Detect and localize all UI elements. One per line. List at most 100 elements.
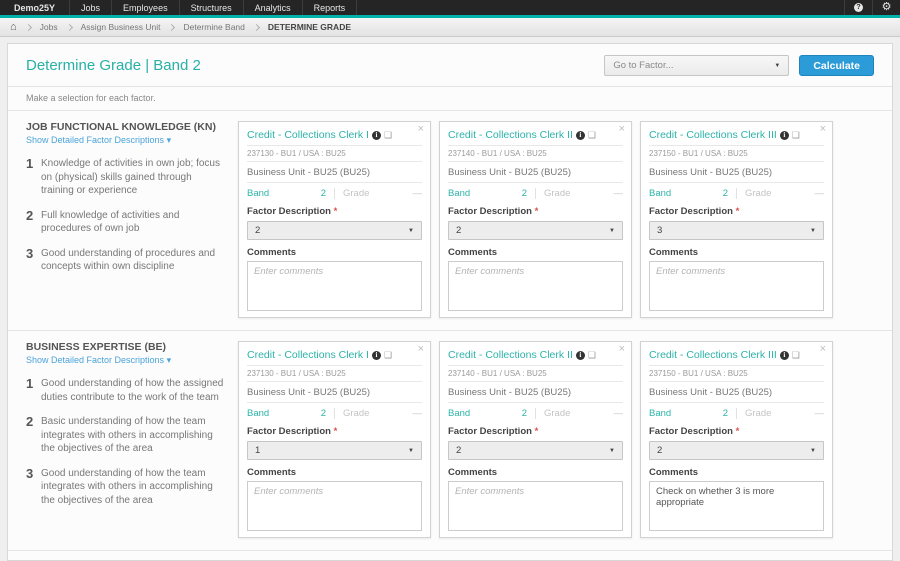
comments-textarea[interactable] xyxy=(649,261,824,311)
factor-level-number: 1 xyxy=(26,377,41,404)
factor-description-select[interactable]: 1 ▼ xyxy=(247,441,422,460)
dropdown-arrow-icon: ▼ xyxy=(408,228,414,234)
factor-description-value: 2 xyxy=(456,445,461,456)
nav-item[interactable]: Reports xyxy=(303,0,358,15)
settings-gear-icon[interactable]: ⚙ xyxy=(872,0,900,15)
band-grade-row: Band 2 Grade — xyxy=(448,183,623,203)
breadcrumb-item[interactable]: Determine Band xyxy=(183,22,244,32)
factor-section-heading: JOB FUNCTIONAL KNOWLEDGE (KN) xyxy=(26,121,226,133)
comments-label: Comments xyxy=(247,467,422,478)
copy-pages-icon[interactable]: ❏ xyxy=(588,131,596,140)
go-to-factor-select[interactable]: Go to Factor... ▼ xyxy=(604,55,789,76)
job-title-link[interactable]: Credit - Collections Clerk I xyxy=(247,349,369,361)
grade-field: Grade — xyxy=(535,408,623,419)
band-value: 2 xyxy=(522,188,527,199)
nav-item[interactable]: Jobs xyxy=(70,0,112,15)
copy-pages-icon[interactable]: ❏ xyxy=(792,131,800,140)
grade-field: Grade — xyxy=(334,408,422,419)
close-icon[interactable]: × xyxy=(418,344,424,355)
chevron-down-icon: ▾ xyxy=(167,355,172,365)
copy-pages-icon[interactable]: ❏ xyxy=(384,351,392,360)
job-code: 237150 - BU1 / USA : BU25 xyxy=(649,146,824,162)
factor-level-number: 1 xyxy=(26,157,41,198)
comments-textarea[interactable] xyxy=(448,481,623,531)
nav-item[interactable]: Analytics xyxy=(244,0,303,15)
calculate-button[interactable]: Calculate xyxy=(799,55,874,76)
job-card-header: Credit - Collections Clerk III i ❏ xyxy=(649,128,824,146)
breadcrumb-item[interactable]: Jobs xyxy=(40,22,58,32)
factor-level-text: Full knowledge of activities and procedu… xyxy=(41,209,226,236)
copy-pages-icon[interactable]: ❏ xyxy=(588,351,596,360)
breadcrumb: ⌂ Jobs Assign Business Unit Determine Ba… xyxy=(0,18,900,37)
factor-level-text: Good understanding of how the assigned d… xyxy=(41,377,226,404)
band-field: Band 2 xyxy=(247,188,334,199)
comments-textarea[interactable] xyxy=(247,481,422,531)
copy-pages-icon[interactable]: ❏ xyxy=(792,351,800,360)
factor-description-select[interactable]: 2 ▼ xyxy=(247,221,422,240)
factor-description-select[interactable]: 2 ▼ xyxy=(649,441,824,460)
page-subtitle: Make a selection for each factor. xyxy=(8,87,892,110)
job-code: 237140 - BU1 / USA : BU25 xyxy=(448,146,623,162)
factor-description-value: 3 xyxy=(657,225,662,236)
factor-description-select[interactable]: 2 ▼ xyxy=(448,441,623,460)
comments-textarea[interactable] xyxy=(448,261,623,311)
info-icon[interactable]: i xyxy=(372,351,381,360)
grade-field: Grade — xyxy=(736,408,824,419)
factor-level: 3 Good understanding of procedures and c… xyxy=(26,247,226,274)
grade-value: — xyxy=(614,188,624,199)
band-value: 2 xyxy=(321,188,326,199)
copy-pages-icon[interactable]: ❏ xyxy=(384,131,392,140)
required-asterisk: * xyxy=(736,206,740,217)
nav-brand[interactable]: Demo25Y xyxy=(0,0,70,15)
factor-level-text: Basic understanding of how the team inte… xyxy=(41,415,226,456)
job-title-link[interactable]: Credit - Collections Clerk II xyxy=(448,349,573,361)
breadcrumb-item[interactable]: Assign Business Unit xyxy=(81,22,161,32)
job-title-link[interactable]: Credit - Collections Clerk I xyxy=(247,129,369,141)
info-icon[interactable]: i xyxy=(780,351,789,360)
factor-level: 1 Good understanding of how the assigned… xyxy=(26,377,226,404)
job-title-link[interactable]: Credit - Collections Clerk II xyxy=(448,129,573,141)
breadcrumb-separator-icon xyxy=(25,23,32,30)
required-asterisk: * xyxy=(736,426,740,437)
home-icon[interactable]: ⌂ xyxy=(10,22,17,33)
comments-textarea[interactable] xyxy=(247,261,422,311)
close-icon[interactable]: × xyxy=(820,124,826,135)
panel-header: Determine Grade | Band 2 Go to Factor...… xyxy=(8,44,892,87)
close-icon[interactable]: × xyxy=(619,124,625,135)
close-icon[interactable]: × xyxy=(619,344,625,355)
job-title-link[interactable]: Credit - Collections Clerk III xyxy=(649,129,777,141)
nav-menu: Jobs Employees Structures Analytics Repo… xyxy=(70,0,357,15)
info-icon[interactable]: i xyxy=(576,351,585,360)
job-title-link[interactable]: Credit - Collections Clerk III xyxy=(649,349,777,361)
show-descriptions-link[interactable]: Show Detailed Factor Descriptions ▾ xyxy=(26,355,226,366)
job-card-header: Credit - Collections Clerk II i ❏ xyxy=(448,128,623,146)
factor-description-select[interactable]: 2 ▼ xyxy=(448,221,623,240)
grade-label: Grade xyxy=(745,188,771,199)
dropdown-arrow-icon: ▼ xyxy=(609,448,615,454)
comments-textarea[interactable]: Check on whether 3 is more appropriate xyxy=(649,481,824,531)
job-card: × Credit - Collections Clerk I i ❏ 23713… xyxy=(238,341,431,538)
job-code: 237150 - BU1 / USA : BU25 xyxy=(649,366,824,382)
band-value: 2 xyxy=(522,408,527,419)
comments-label: Comments xyxy=(649,467,824,478)
grade-label: Grade xyxy=(343,408,369,419)
comments-label: Comments xyxy=(448,467,623,478)
grade-label: Grade xyxy=(343,188,369,199)
job-card: × Credit - Collections Clerk II i ❏ 2371… xyxy=(439,121,632,318)
factor-description-select[interactable]: 3 ▼ xyxy=(649,221,824,240)
dropdown-arrow-icon: ▼ xyxy=(408,448,414,454)
nav-right: ? ⚙ xyxy=(844,0,900,15)
dropdown-arrow-icon: ▼ xyxy=(609,228,615,234)
close-icon[interactable]: × xyxy=(820,344,826,355)
factor-description-value: 2 xyxy=(255,225,260,236)
nav-item[interactable]: Employees xyxy=(112,0,180,15)
info-icon[interactable]: i xyxy=(780,131,789,140)
help-icon[interactable]: ? xyxy=(844,0,872,15)
job-card-header: Credit - Collections Clerk I i ❏ xyxy=(247,128,422,146)
nav-item[interactable]: Structures xyxy=(180,0,244,15)
info-icon[interactable]: i xyxy=(576,131,585,140)
info-icon[interactable]: i xyxy=(372,131,381,140)
close-icon[interactable]: × xyxy=(418,124,424,135)
show-descriptions-link[interactable]: Show Detailed Factor Descriptions ▾ xyxy=(26,135,226,146)
band-label: Band xyxy=(247,188,269,199)
